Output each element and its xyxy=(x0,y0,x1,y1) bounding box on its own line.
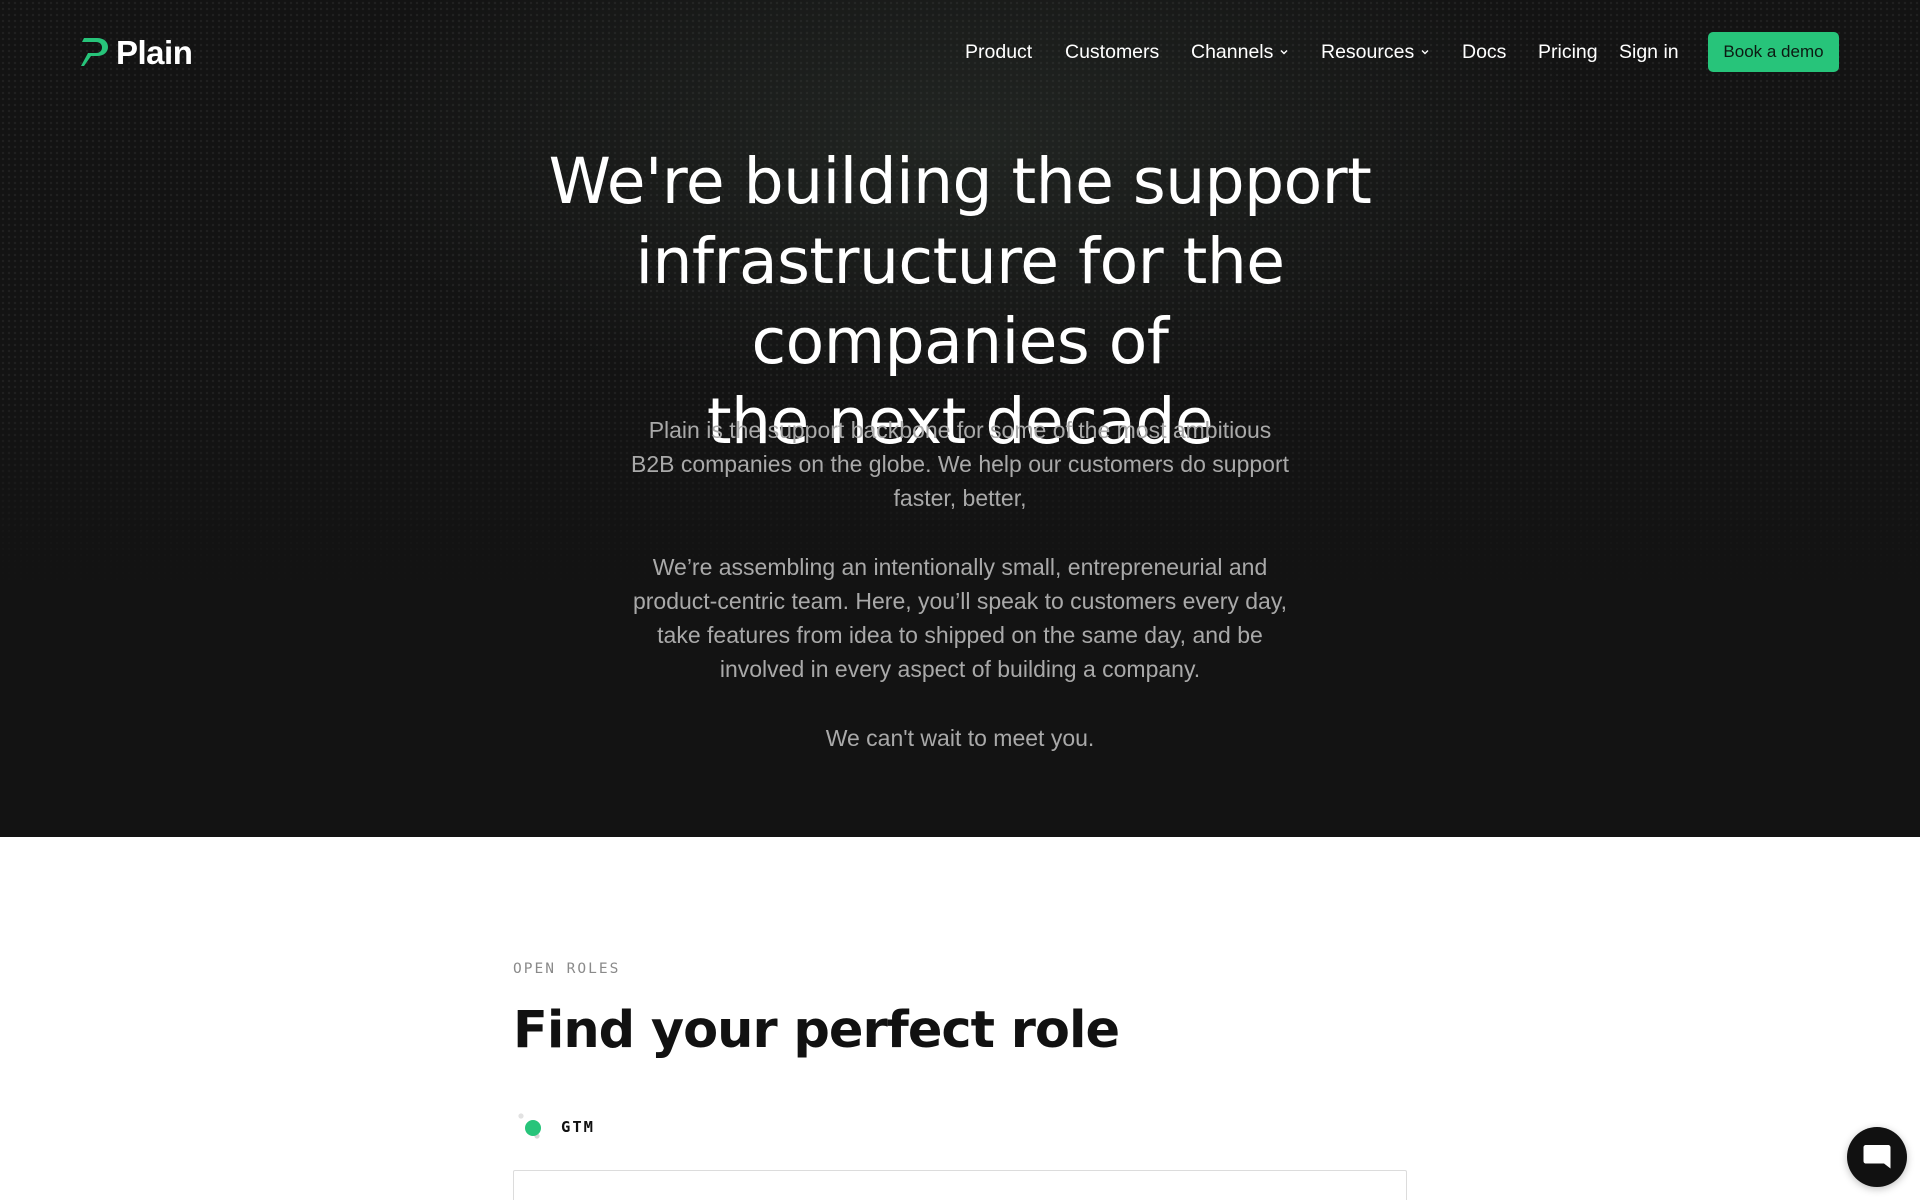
sign-in-link[interactable]: Sign in xyxy=(1619,38,1679,66)
chevron-down-icon xyxy=(1421,50,1429,55)
section-eyebrow: OPEN ROLES xyxy=(513,961,621,977)
book-demo-button[interactable]: Book a demo xyxy=(1708,32,1839,72)
hero-section: Plain Product Customers Channels Resourc… xyxy=(0,0,1920,837)
book-demo-label: Book a demo xyxy=(1723,42,1824,61)
chevron-down-icon xyxy=(1280,50,1288,55)
paragraph-line: We’re assembling an intentionally small,… xyxy=(652,554,1268,580)
nav-item-channels[interactable]: Channels xyxy=(1191,38,1289,66)
paragraph-line: B2B companies on the globe. We help our … xyxy=(630,451,1289,477)
hero-paragraph-1: Plain is the support backbone for some o… xyxy=(560,413,1360,515)
sign-in-label: Sign in xyxy=(1619,41,1679,63)
nav-item-label: Resources xyxy=(1321,41,1415,63)
hero-closing: We can't wait to meet you. xyxy=(560,721,1360,755)
nav-item-docs[interactable]: Docs xyxy=(1462,38,1506,66)
open-roles-section: OPEN ROLES Find your perfect role GTM xyxy=(0,837,1920,1200)
role-card[interactable] xyxy=(513,1170,1407,1200)
nav-item-label: Channels xyxy=(1191,41,1274,63)
nav-item-product[interactable]: Product xyxy=(965,38,1032,66)
chat-launcher-button[interactable] xyxy=(1847,1127,1907,1187)
nav-item-resources[interactable]: Resources xyxy=(1321,38,1430,66)
nav-item-label: Docs xyxy=(1462,41,1507,63)
paragraph-line: product-centric team. Here, you’ll speak… xyxy=(632,588,1288,614)
nav-item-label: Customers xyxy=(1065,41,1160,63)
section-title: Find your perfect role xyxy=(513,1001,1120,1060)
paragraph-line: faster, better, xyxy=(893,485,1027,511)
paragraph-line: involved in every aspect of building a c… xyxy=(719,656,1201,682)
chat-bubble-icon xyxy=(1863,1145,1891,1169)
nav-links: Product Customers Channels Resources Doc… xyxy=(0,38,1920,66)
closing-line: We can't wait to meet you. xyxy=(825,725,1095,751)
role-category-label: GTM xyxy=(561,1118,595,1136)
hero-paragraph-2: We’re assembling an intentionally small,… xyxy=(560,550,1360,686)
top-nav: Plain Product Customers Channels Resourc… xyxy=(0,0,1920,104)
nav-item-customers[interactable]: Customers xyxy=(1065,38,1159,66)
headline-line: infrastructure for the companies of xyxy=(635,225,1285,378)
status-dot-icon xyxy=(518,1113,541,1139)
nav-item-label: Pricing xyxy=(1538,41,1598,63)
paragraph-line: take features from idea to shipped on th… xyxy=(657,622,1263,648)
nav-item-pricing[interactable]: Pricing xyxy=(1538,38,1598,66)
role-category-gtm: GTM xyxy=(513,1112,595,1142)
paragraph-line: Plain is the support backbone for some o… xyxy=(648,417,1272,443)
nav-item-label: Product xyxy=(965,41,1033,63)
headline-line: We're building the support xyxy=(548,145,1372,218)
